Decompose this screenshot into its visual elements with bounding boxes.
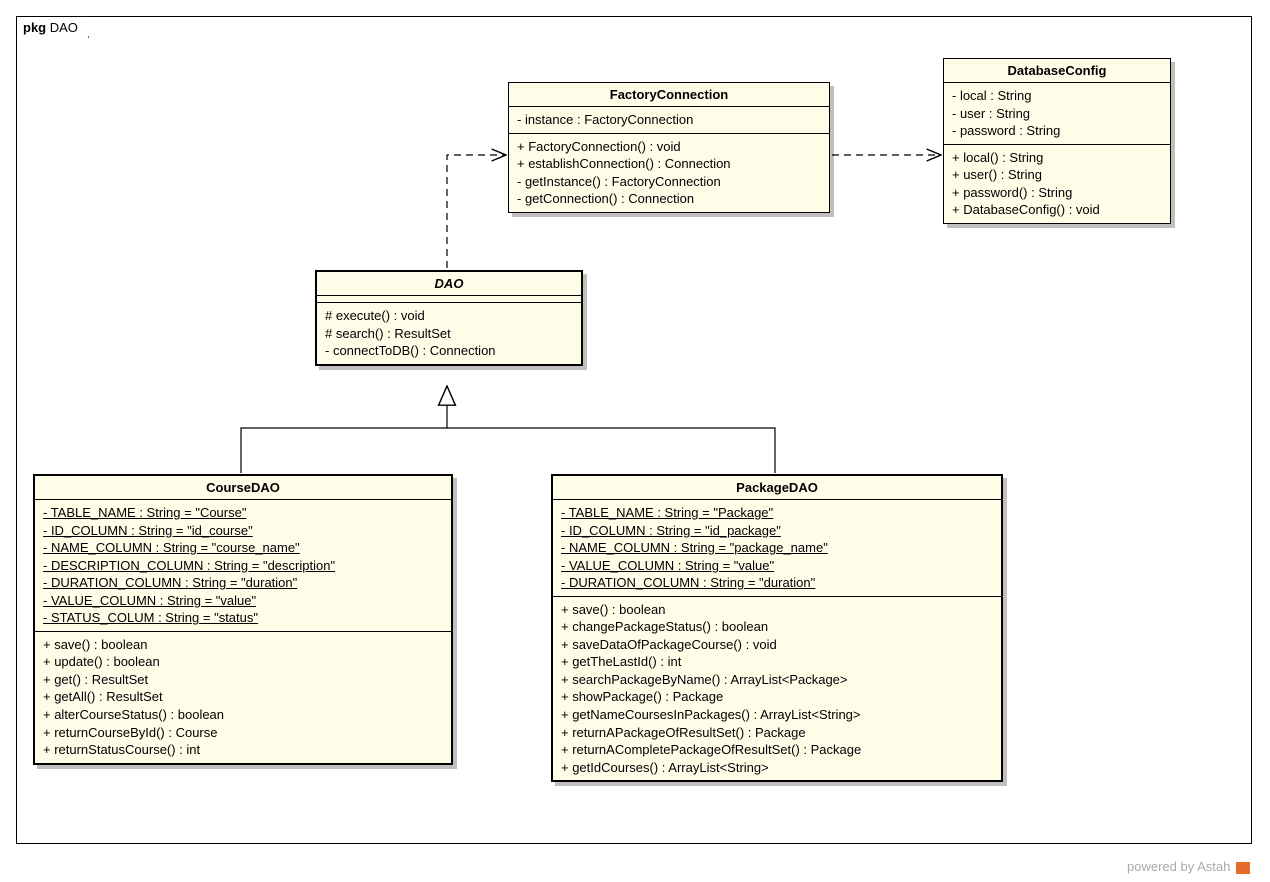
uml-member: + getAll() : ResultSet [43,688,443,706]
uml-member: - getConnection() : Connection [517,190,821,208]
uml-member: + showPackage() : Package [561,688,993,706]
class-factoryconnection: FactoryConnection - instance : FactoryCo… [508,82,830,213]
package-prefix: pkg [23,20,46,35]
attrs-section: - local : String- user : String- passwor… [944,83,1170,145]
attrs-section: - instance : FactoryConnection [509,107,829,134]
uml-member: + getTheLastId() : int [561,653,993,671]
class-name: CourseDAO [35,476,451,500]
class-name: DatabaseConfig [944,59,1170,83]
uml-member: + user() : String [952,166,1162,184]
uml-member: + password() : String [952,184,1162,202]
uml-member: + getNameCoursesInPackages() : ArrayList… [561,706,993,724]
uml-member: - ID_COLUMN : String = "id_package" [561,522,993,540]
uml-member: - local : String [952,87,1162,105]
uml-member: + update() : boolean [43,653,443,671]
uml-member: - NAME_COLUMN : String = "course_name" [43,539,443,557]
uml-member: - DESCRIPTION_COLUMN : String = "descrip… [43,557,443,575]
uml-member: + establishConnection() : Connection [517,155,821,173]
attrs-section: - TABLE_NAME : String = "Course"- ID_COL… [35,500,451,632]
uml-member: + save() : boolean [43,636,443,654]
uml-member: - instance : FactoryConnection [517,111,821,129]
uml-member: + save() : boolean [561,601,993,619]
uml-member: - connectToDB() : Connection [325,342,573,360]
uml-member: + changePackageStatus() : boolean [561,618,993,636]
uml-member: - VALUE_COLUMN : String = "value" [561,557,993,575]
uml-member: - VALUE_COLUMN : String = "value" [43,592,443,610]
uml-member: + returnAPackageOfResultSet() : Package [561,724,993,742]
ops-section: + save() : boolean+ changePackageStatus(… [553,597,1001,780]
package-tab: pkg DAO [16,16,89,38]
uml-member: + alterCourseStatus() : boolean [43,706,443,724]
uml-member: + returnACompletePackageOfResultSet() : … [561,741,993,759]
uml-member: - DURATION_COLUMN : String = "duration" [43,574,443,592]
uml-member: - ID_COLUMN : String = "id_course" [43,522,443,540]
class-databaseconfig: DatabaseConfig - local : String- user : … [943,58,1171,224]
uml-member: + getIdCourses() : ArrayList<String> [561,759,993,777]
class-dao: DAO # execute() : void# search() : Resul… [315,270,583,366]
astah-logo-icon [1236,862,1250,874]
uml-member: + local() : String [952,149,1162,167]
attrs-section: - TABLE_NAME : String = "Package"- ID_CO… [553,500,1001,597]
class-coursedao: CourseDAO - TABLE_NAME : String = "Cours… [33,474,453,765]
ops-section: + save() : boolean+ update() : boolean+ … [35,632,451,763]
uml-member: + saveDataOfPackageCourse() : void [561,636,993,654]
uml-member: # execute() : void [325,307,573,325]
footer: powered by Astah [1127,859,1250,874]
uml-member: # search() : ResultSet [325,325,573,343]
class-name: FactoryConnection [509,83,829,107]
class-name: DAO [317,272,581,296]
uml-member: + get() : ResultSet [43,671,443,689]
class-name: PackageDAO [553,476,1001,500]
uml-member: - password : String [952,122,1162,140]
attrs-section-empty [317,296,581,303]
class-packagedao: PackageDAO - TABLE_NAME : String = "Pack… [551,474,1003,782]
uml-member: - getInstance() : FactoryConnection [517,173,821,191]
uml-member: + DatabaseConfig() : void [952,201,1162,219]
footer-text: powered by Astah [1127,859,1230,874]
uml-member: - user : String [952,105,1162,123]
uml-member: + returnCourseById() : Course [43,724,443,742]
uml-member: + FactoryConnection() : void [517,138,821,156]
ops-section: # execute() : void# search() : ResultSet… [317,303,581,364]
uml-member: + returnStatusCourse() : int [43,741,443,759]
uml-member: - STATUS_COLUM : String = "status" [43,609,443,627]
ops-section: + local() : String+ user() : String+ pas… [944,145,1170,223]
uml-member: - TABLE_NAME : String = "Package" [561,504,993,522]
uml-member: - DURATION_COLUMN : String = "duration" [561,574,993,592]
package-name: DAO [50,20,78,35]
uml-member: - NAME_COLUMN : String = "package_name" [561,539,993,557]
uml-member: - TABLE_NAME : String = "Course" [43,504,443,522]
uml-member: + searchPackageByName() : ArrayList<Pack… [561,671,993,689]
ops-section: + FactoryConnection() : void+ establishC… [509,134,829,212]
